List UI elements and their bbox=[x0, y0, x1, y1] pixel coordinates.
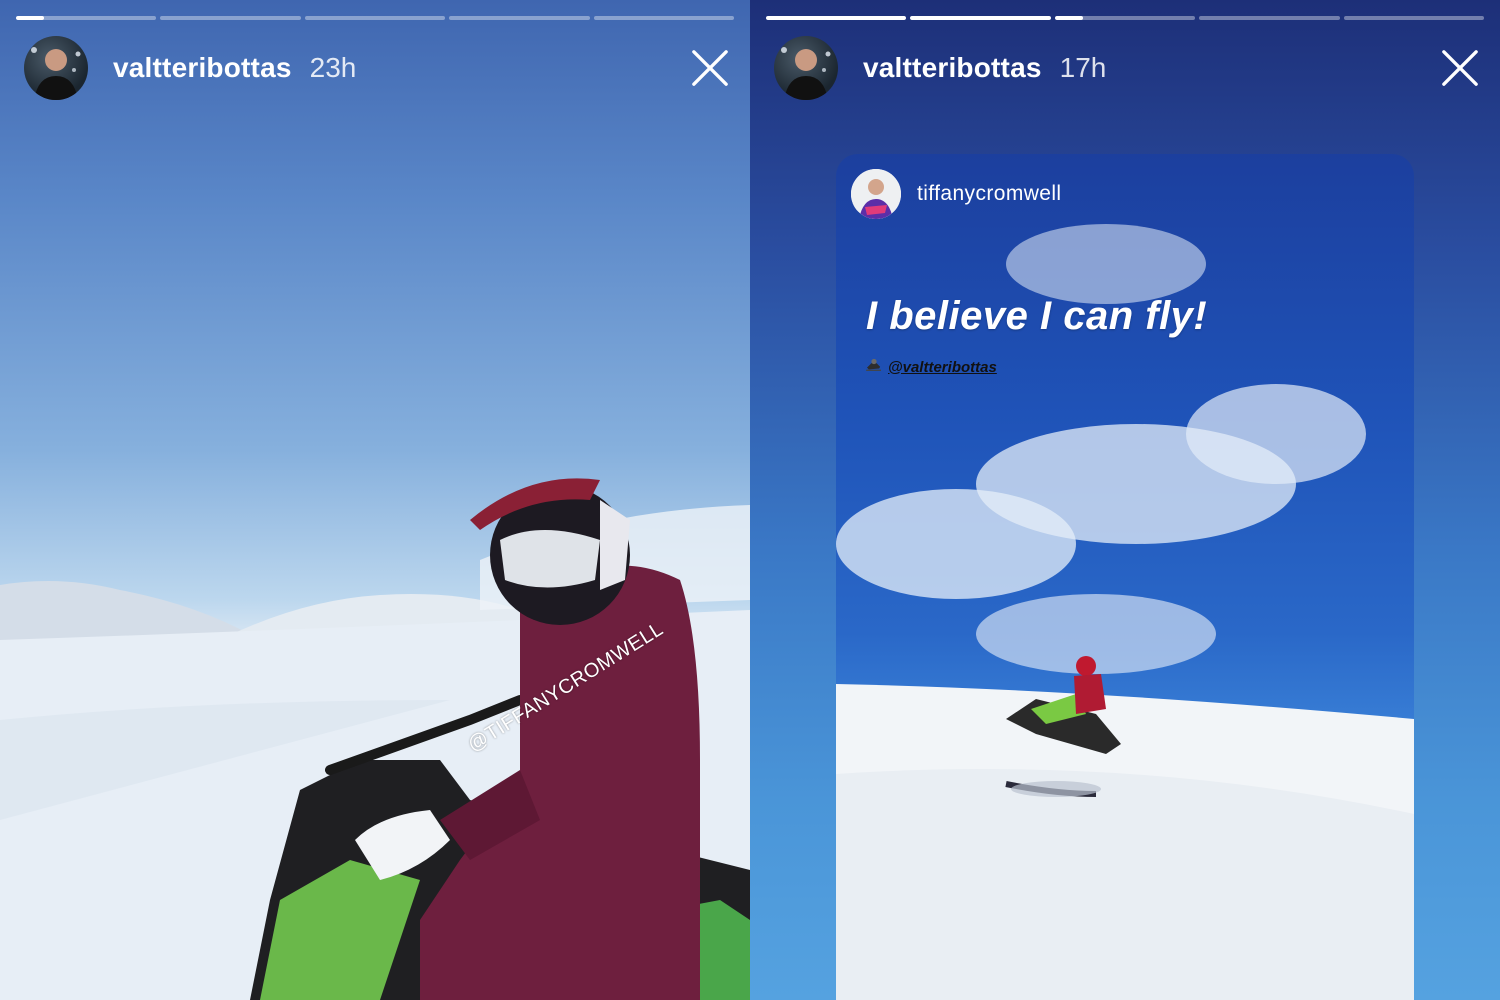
shared-post-caption: I believe I can fly! bbox=[866, 294, 1208, 338]
progress-segment bbox=[304, 16, 446, 20]
progress-segment bbox=[766, 16, 907, 20]
progress-segment bbox=[1054, 16, 1196, 20]
snowmobile-jump-scene bbox=[836, 224, 1414, 1000]
progress-segment bbox=[16, 16, 157, 20]
shared-post-username[interactable]: tiffanycromwell bbox=[917, 182, 1062, 206]
profile-avatar[interactable] bbox=[24, 36, 88, 100]
shared-post-header: tiffanycromwell bbox=[851, 169, 1062, 219]
snowmobile-scene bbox=[0, 478, 750, 1000]
progress-segment bbox=[160, 16, 301, 20]
shared-post-mention[interactable]: @valtteribottas bbox=[866, 358, 997, 376]
story-timestamp: 23h bbox=[309, 52, 357, 83]
shared-post-card[interactable]: tiffanycromwell I believe I can fly! @va… bbox=[836, 154, 1414, 1000]
mention-link[interactable]: @valtteribottas bbox=[888, 359, 997, 376]
progress-segment bbox=[1343, 16, 1485, 20]
close-icon[interactable] bbox=[690, 48, 730, 88]
story-progress-bar bbox=[766, 16, 1485, 20]
story-viewer-right[interactable]: tiffanycromwell I believe I can fly! @va… bbox=[750, 0, 1500, 1000]
story-progress-bar bbox=[16, 16, 735, 20]
progress-segment bbox=[1199, 16, 1340, 20]
progress-segment bbox=[449, 16, 590, 20]
progress-segment bbox=[593, 16, 735, 20]
story-header: valtteribottas 23h bbox=[24, 36, 730, 100]
story-username[interactable]: valtteribottas bbox=[863, 52, 1042, 84]
profile-avatar[interactable] bbox=[774, 36, 838, 100]
close-icon[interactable] bbox=[1440, 48, 1480, 88]
story-header: valtteribottas 17h bbox=[774, 36, 1480, 100]
progress-segment bbox=[910, 16, 1051, 20]
story-viewer-left[interactable]: @TIFFANYCROMWELL valtteribottas 23h bbox=[0, 0, 750, 1000]
snowmobile-emoji-icon bbox=[866, 358, 882, 376]
story-username[interactable]: valtteribottas bbox=[113, 52, 292, 84]
shared-post-avatar[interactable] bbox=[851, 169, 901, 219]
story-timestamp: 17h bbox=[1059, 52, 1107, 83]
